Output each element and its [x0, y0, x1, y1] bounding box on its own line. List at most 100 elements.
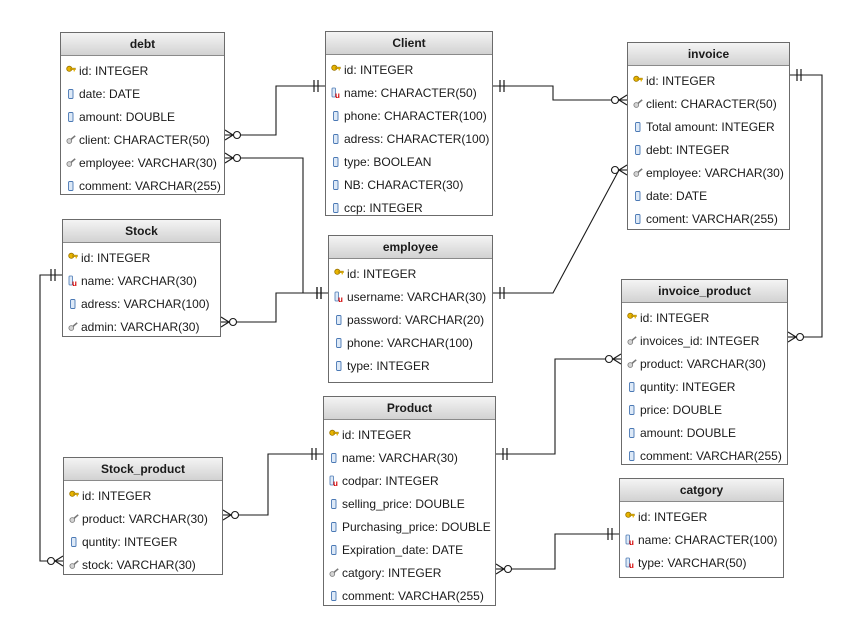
relationship-invoice-product-product-to-product[interactable] — [496, 353, 622, 460]
table-invoice[interactable]: invoice id: INTEGER client: CHARACTER(50)… — [627, 42, 790, 230]
table-row[interactable]: date: DATE — [61, 83, 224, 106]
table-header: Stock — [63, 220, 220, 243]
field-label: ccp: INTEGER — [344, 201, 423, 215]
table-debt[interactable]: debt id: INTEGER date: DATE amount: DOUBLE… — [60, 32, 225, 195]
table-row[interactable]: price: DOUBLE — [622, 399, 787, 422]
field-label: username: VARCHAR(30) — [347, 290, 487, 304]
table-row[interactable]: comment: VARCHAR(255) — [61, 175, 224, 198]
table-row[interactable]: stock: VARCHAR(30) — [64, 554, 222, 577]
table-row[interactable]: type: BOOLEAN — [326, 151, 492, 174]
table-row[interactable]: id: INTEGER — [620, 506, 783, 529]
table-employee[interactable]: employee id: INTEGER u username: VARCHAR(3… — [328, 235, 493, 383]
table-row[interactable]: u name: VARCHAR(30) — [63, 270, 220, 293]
svg-text:u: u — [335, 91, 340, 99]
table-row[interactable]: quntity: INTEGER — [64, 531, 222, 554]
field-label: coment: VARCHAR(255) — [646, 212, 778, 226]
table-row[interactable]: id: INTEGER — [622, 307, 787, 330]
table-row[interactable]: quntity: INTEGER — [622, 376, 787, 399]
field-label: price: DOUBLE — [640, 403, 723, 417]
field-label: employee: VARCHAR(30) — [646, 166, 784, 180]
table-row[interactable]: Purchasing_price: DOUBLE — [324, 516, 495, 539]
column-icon — [69, 536, 79, 548]
field-label: comment: VARCHAR(255) — [342, 589, 484, 603]
table-row[interactable]: product: VARCHAR(30) — [622, 353, 787, 376]
table-row[interactable]: amount: DOUBLE — [622, 422, 787, 445]
relationship-invoice-product-invoice-to-invoice[interactable] — [787, 69, 823, 343]
table-row[interactable]: client: CHARACTER(50) — [628, 93, 789, 116]
table-row[interactable]: phone: CHARACTER(100) — [326, 105, 492, 128]
unique-icon: u — [625, 557, 635, 569]
table-row[interactable]: invoices_id: INTEGER — [622, 330, 787, 353]
table-row[interactable]: product: VARCHAR(30) — [64, 508, 222, 531]
table-stock-product[interactable]: Stock_product id: INTEGER product: VARCHA… — [63, 457, 223, 575]
field-label: employee: VARCHAR(30) — [79, 156, 217, 170]
table-row[interactable]: employee: VARCHAR(30) — [61, 152, 224, 175]
table-row[interactable]: id: INTEGER — [628, 70, 789, 93]
table-row[interactable]: comment: VARCHAR(255) — [324, 585, 495, 608]
table-invoice-product[interactable]: invoice_product id: INTEGER invoices_id: … — [621, 279, 788, 465]
table-row[interactable]: password: VARCHAR(20) — [329, 309, 492, 332]
table-row[interactable]: selling_price: DOUBLE — [324, 493, 495, 516]
table-row[interactable]: employee: VARCHAR(30) — [628, 162, 789, 185]
table-row[interactable]: adress: VARCHAR(100) — [63, 293, 220, 316]
table-row[interactable]: Total amount: INTEGER — [628, 116, 789, 139]
table-row[interactable]: id: INTEGER — [61, 60, 224, 83]
table-row[interactable]: u codpar: INTEGER — [324, 470, 495, 493]
table-row[interactable]: Expiration_date: DATE — [324, 539, 495, 562]
table-row[interactable]: u username: VARCHAR(30) — [329, 286, 492, 309]
table-row[interactable]: catgory: INTEGER — [324, 562, 495, 585]
table-row[interactable]: adress: CHARACTER(100) — [326, 128, 492, 151]
table-row[interactable]: NB: CHARACTER(30) — [326, 174, 492, 197]
table-catgory[interactable]: catgory id: INTEGER u name: CHARACTER(100)… — [619, 478, 784, 578]
relationship-debt-client-to-client[interactable] — [224, 80, 325, 141]
field-label: quntity: INTEGER — [82, 535, 178, 549]
table-row[interactable]: phone: VARCHAR(100) — [329, 332, 492, 355]
foreign-key-icon — [68, 321, 78, 333]
field-label: type: VARCHAR(50) — [638, 556, 747, 570]
key-icon — [627, 312, 637, 324]
table-row[interactable]: u type: VARCHAR(50) — [620, 552, 783, 575]
field-label: comment: VARCHAR(255) — [640, 449, 782, 463]
column-icon — [633, 190, 643, 202]
relationship-stock-admin-to-employee[interactable] — [220, 287, 328, 328]
table-row[interactable]: coment: VARCHAR(255) — [628, 208, 789, 231]
field-label: type: BOOLEAN — [344, 155, 432, 169]
field-label: comment: VARCHAR(255) — [79, 179, 221, 193]
table-row[interactable]: ccp: INTEGER — [326, 197, 492, 220]
table-row[interactable]: id: INTEGER — [63, 247, 220, 270]
field-label: id: INTEGER — [342, 428, 412, 442]
foreign-key-icon — [66, 134, 76, 146]
table-fields: id: INTEGER u name: VARCHAR(30) adress: VAR… — [63, 243, 220, 339]
relationship-invoice-client-to-client[interactable] — [493, 80, 628, 106]
table-row[interactable]: type: INTEGER — [329, 355, 492, 378]
field-label: invoices_id: INTEGER — [640, 334, 760, 348]
table-row[interactable]: u name: CHARACTER(100) — [620, 529, 783, 552]
table-row[interactable]: id: INTEGER — [324, 424, 495, 447]
column-icon — [329, 521, 339, 533]
table-row[interactable]: id: INTEGER — [326, 59, 492, 82]
table-row[interactable]: client: CHARACTER(50) — [61, 129, 224, 152]
table-row[interactable]: u name: CHARACTER(50) — [326, 82, 492, 105]
table-product[interactable]: Product id: INTEGER name: VARCHAR(30) u cod… — [323, 396, 496, 606]
column-icon — [334, 360, 344, 372]
table-row[interactable]: debt: INTEGER — [628, 139, 789, 162]
relationship-invoice-employee-to-employee[interactable] — [493, 164, 628, 299]
table-row[interactable]: comment: VARCHAR(255) — [622, 445, 787, 468]
relationship-product-catgory-to-catgory[interactable] — [495, 528, 619, 575]
table-row[interactable]: id: INTEGER — [329, 263, 492, 286]
table-row[interactable]: name: VARCHAR(30) — [324, 447, 495, 470]
relationship-debt-employee-to-employee[interactable] — [224, 152, 328, 299]
table-row[interactable]: id: INTEGER — [64, 485, 222, 508]
relationship-stock-product-product-to-product[interactable] — [222, 448, 323, 521]
table-row[interactable]: amount: DOUBLE — [61, 106, 224, 129]
table-row[interactable]: date: DATE — [628, 185, 789, 208]
relationship-stock-product-stock-to-stock[interactable] — [39, 269, 64, 567]
field-label: product: VARCHAR(30) — [82, 512, 208, 526]
table-fields: id: INTEGER product: VARCHAR(30) quntity: … — [64, 481, 222, 577]
column-icon — [334, 314, 344, 326]
table-row[interactable]: admin: VARCHAR(30) — [63, 316, 220, 339]
table-stock[interactable]: Stock id: INTEGER u name: VARCHAR(30) adres… — [62, 219, 221, 337]
column-icon — [329, 590, 339, 602]
field-label: name: VARCHAR(30) — [342, 451, 458, 465]
table-client[interactable]: Client id: INTEGER u name: CHARACTER(50) ph… — [325, 31, 493, 216]
